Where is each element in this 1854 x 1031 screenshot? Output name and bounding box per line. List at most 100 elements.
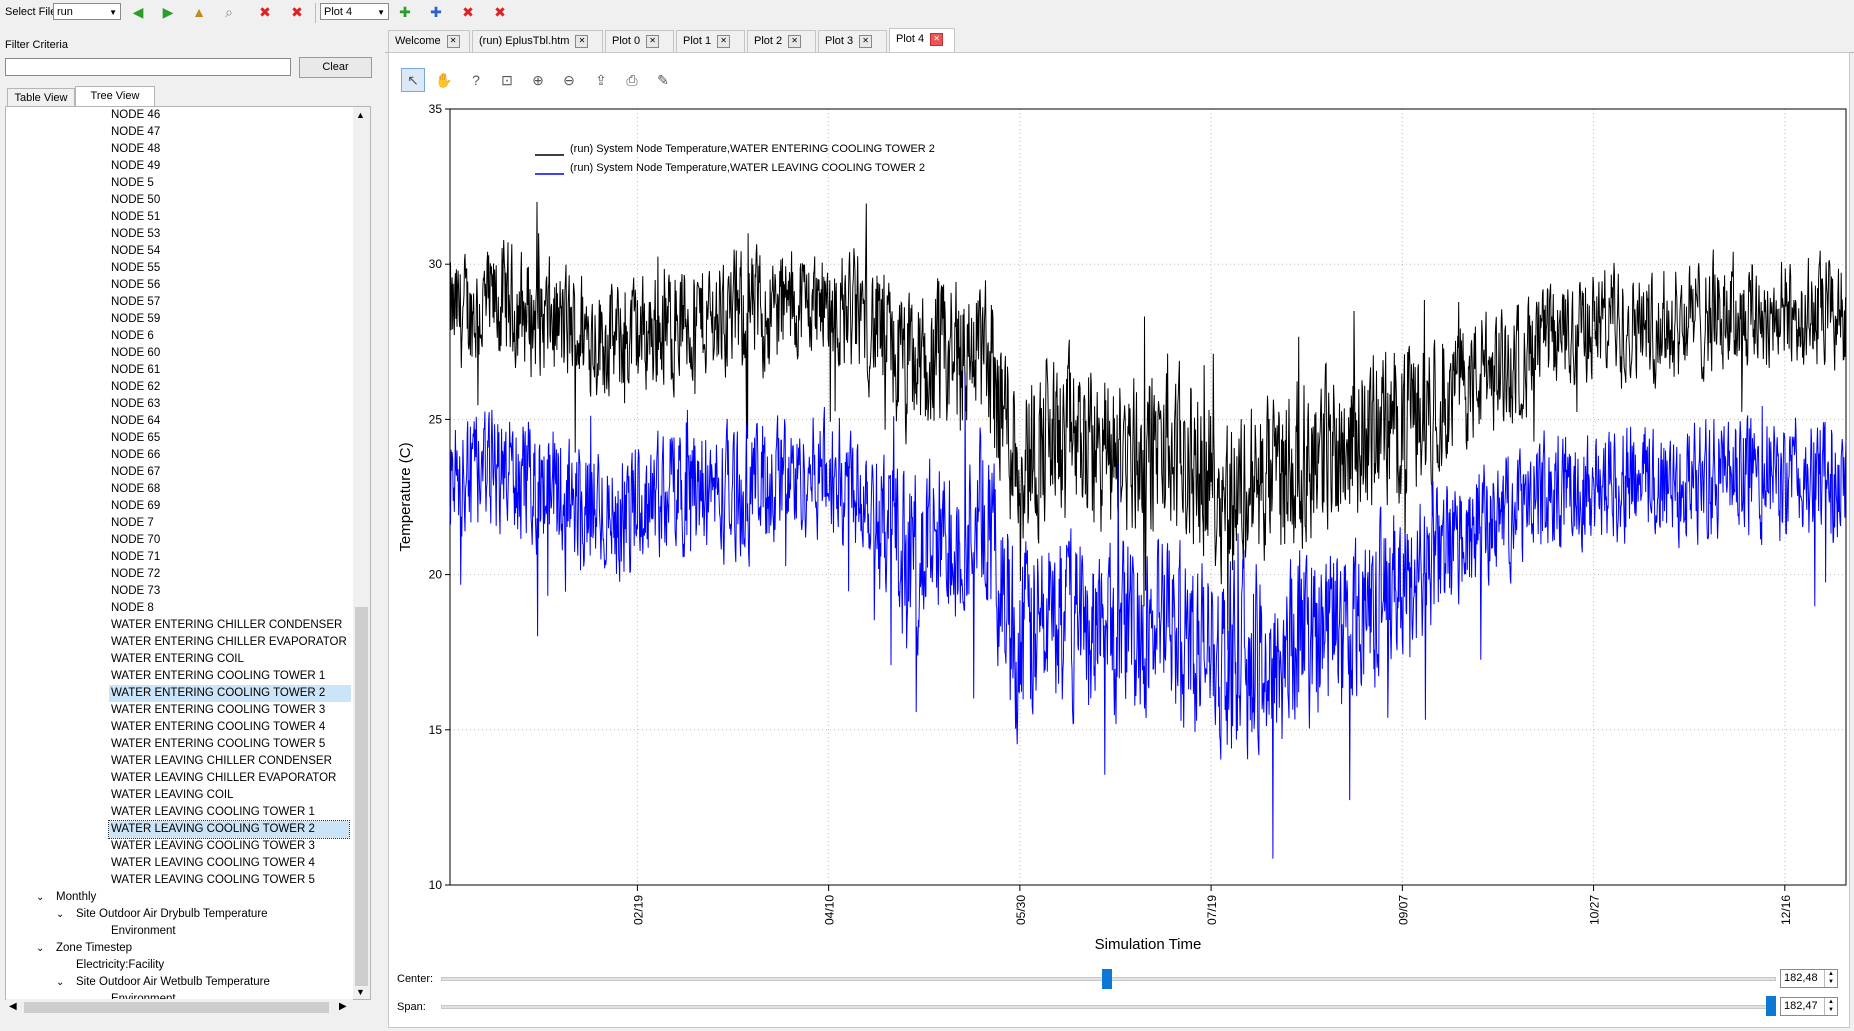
tab-plot-0[interactable]: Plot 0 ✕: [605, 30, 674, 52]
tab-plot-4[interactable]: Plot 4 ✕: [889, 28, 955, 53]
tree-vertical-scroll-thumb[interactable]: [355, 607, 368, 986]
tree-item[interactable]: WATER LEAVING COOLING TOWER 1: [109, 804, 315, 821]
tree-item[interactable]: NODE 5: [109, 175, 154, 192]
tree-item[interactable]: WATER ENTERING COIL: [109, 651, 244, 668]
add-plot-icon[interactable]: ✚: [395, 2, 415, 22]
tree-item[interactable]: NODE 69: [109, 498, 160, 515]
spin-arrows-icon[interactable]: ▲ ▼: [1824, 998, 1837, 1015]
tree-item[interactable]: NODE 66: [109, 447, 160, 464]
tree-item[interactable]: ⌄ Site Outdoor Air Wetbulb Temperature: [56, 974, 270, 991]
tree-item[interactable]: NODE 48: [109, 141, 160, 158]
tree-horizontal-scroll-thumb[interactable]: [24, 1002, 329, 1013]
chevron-down-icon[interactable]: ⌄: [56, 906, 64, 923]
close-icon[interactable]: ✕: [717, 34, 731, 48]
tree-item[interactable]: NODE 67: [109, 464, 160, 481]
tree-item[interactable]: NODE 46: [109, 107, 160, 124]
tree-item[interactable]: NODE 59: [109, 311, 160, 328]
spin-arrows-icon[interactable]: ▲ ▼: [1824, 970, 1837, 987]
tab-tree-view[interactable]: Tree View: [75, 86, 155, 107]
chevron-down-icon[interactable]: ⌄: [56, 974, 64, 991]
tab-plot-1[interactable]: Plot 1 ✕: [676, 30, 745, 52]
span-spinbox[interactable]: 182,47 ▲ ▼: [1780, 997, 1838, 1016]
close-file-icon[interactable]: ✖: [255, 2, 275, 22]
close-icon[interactable]: ✕: [859, 34, 873, 48]
forward-icon[interactable]: ▶: [158, 2, 178, 22]
scroll-right-icon[interactable]: ▶: [339, 1001, 347, 1012]
close-icon[interactable]: ✕: [930, 32, 944, 46]
remove-all-plots-icon[interactable]: ✖: [490, 2, 510, 22]
span-slider-track[interactable]: [441, 1005, 1776, 1009]
tree-item[interactable]: NODE 8: [109, 600, 154, 617]
close-icon[interactable]: ✕: [575, 34, 589, 48]
close-icon[interactable]: ✕: [788, 34, 802, 48]
tree-item[interactable]: NODE 63: [109, 396, 160, 413]
tree-item[interactable]: WATER ENTERING COOLING TOWER 5: [109, 736, 325, 753]
edit-icon[interactable]: ✎: [651, 68, 675, 92]
tree-item[interactable]: WATER LEAVING COIL: [109, 787, 233, 804]
tree-item[interactable]: NODE 49: [109, 158, 160, 175]
tree-item[interactable]: NODE 72: [109, 566, 160, 583]
tab-plot-3[interactable]: Plot 3 ✕: [818, 30, 887, 52]
print-icon[interactable]: ⎙: [620, 68, 644, 92]
close-icon[interactable]: ✕: [646, 34, 660, 48]
tree-item[interactable]: NODE 70: [109, 532, 160, 549]
tree-item[interactable]: WATER LEAVING COOLING TOWER 5: [109, 872, 315, 889]
tree-item[interactable]: Electricity:Facility: [74, 957, 164, 974]
tab-plot-2[interactable]: Plot 2 ✕: [747, 30, 816, 52]
tree-item[interactable]: WATER LEAVING COOLING TOWER 2: [108, 820, 350, 839]
tree-item[interactable]: ⌄ Zone Timestep: [36, 940, 132, 957]
remove-plot-icon[interactable]: ✖: [458, 2, 478, 22]
tree-item[interactable]: WATER ENTERING COOLING TOWER 3: [109, 702, 325, 719]
tree-item[interactable]: NODE 50: [109, 192, 160, 209]
help-icon[interactable]: ?: [464, 68, 488, 92]
tree-item[interactable]: WATER ENTERING COOLING TOWER 4: [109, 719, 325, 736]
tree-item[interactable]: NODE 47: [109, 124, 160, 141]
file-select[interactable]: run ▼: [53, 3, 121, 20]
tree-item[interactable]: NODE 62: [109, 379, 160, 396]
tree-item[interactable]: WATER ENTERING COOLING TOWER 1: [109, 668, 325, 685]
clear-button[interactable]: Clear: [299, 57, 372, 78]
tree-item[interactable]: NODE 61: [109, 362, 160, 379]
tree-item[interactable]: ⌄ Site Outdoor Air Drybulb Temperature: [56, 906, 268, 923]
tree-item[interactable]: NODE 7: [109, 515, 154, 532]
tab-run-eplustbl-htm[interactable]: (run) EplusTbl.htm ✕: [472, 30, 603, 52]
add-series-icon[interactable]: ✚: [426, 2, 446, 22]
tree-item[interactable]: WATER LEAVING CHILLER CONDENSER: [109, 753, 332, 770]
tree-item[interactable]: NODE 57: [109, 294, 160, 311]
pointer-icon[interactable]: ↖: [401, 68, 425, 92]
close-icon[interactable]: ✕: [446, 34, 460, 48]
find-file-icon[interactable]: ⌕: [219, 2, 239, 22]
center-slider-handle[interactable]: [1102, 969, 1113, 989]
scroll-left-icon[interactable]: ◀: [9, 1001, 17, 1012]
tree-item[interactable]: WATER LEAVING COOLING TOWER 4: [109, 855, 315, 872]
tree-item[interactable]: WATER ENTERING COOLING TOWER 2: [109, 685, 351, 702]
chevron-down-icon[interactable]: ⌄: [36, 940, 44, 957]
tree-item[interactable]: NODE 54: [109, 243, 160, 260]
tree-item[interactable]: WATER ENTERING CHILLER CONDENSER: [109, 617, 342, 634]
tree-item[interactable]: NODE 51: [109, 209, 160, 226]
back-icon[interactable]: ◀: [128, 2, 148, 22]
tree-item[interactable]: NODE 68: [109, 481, 160, 498]
center-spinbox[interactable]: 182,48 ▲ ▼: [1780, 969, 1838, 988]
chevron-down-icon[interactable]: ⌄: [36, 889, 44, 906]
tree-item[interactable]: WATER LEAVING COOLING TOWER 3: [109, 838, 315, 855]
span-slider-handle[interactable]: [1766, 996, 1776, 1016]
export-icon[interactable]: ⇪: [589, 68, 613, 92]
plot-select[interactable]: Plot 4 ▼: [320, 3, 389, 20]
tree-item[interactable]: WATER LEAVING CHILLER EVAPORATOR: [109, 770, 336, 787]
tab-welcome[interactable]: Welcome ✕: [388, 30, 470, 52]
tree-item[interactable]: ⌄ Monthly: [36, 889, 96, 906]
tree-item[interactable]: NODE 6: [109, 328, 154, 345]
tree-horizontal-scrollbar[interactable]: ◀ ▶: [6, 999, 353, 1016]
tree-item[interactable]: NODE 55: [109, 260, 160, 277]
tree-item[interactable]: NODE 53: [109, 226, 160, 243]
scroll-down-icon[interactable]: ▼: [356, 987, 365, 997]
tree-item[interactable]: NODE 73: [109, 583, 160, 600]
tab-table-view[interactable]: Table View: [7, 88, 75, 106]
scroll-up-icon[interactable]: ▲: [356, 110, 365, 120]
tree-item[interactable]: NODE 71: [109, 549, 160, 566]
pan-icon[interactable]: ✋: [432, 68, 456, 92]
zoom-in-icon[interactable]: ⊕: [526, 68, 550, 92]
tree-item[interactable]: NODE 65: [109, 430, 160, 447]
tree-item[interactable]: NODE 64: [109, 413, 160, 430]
